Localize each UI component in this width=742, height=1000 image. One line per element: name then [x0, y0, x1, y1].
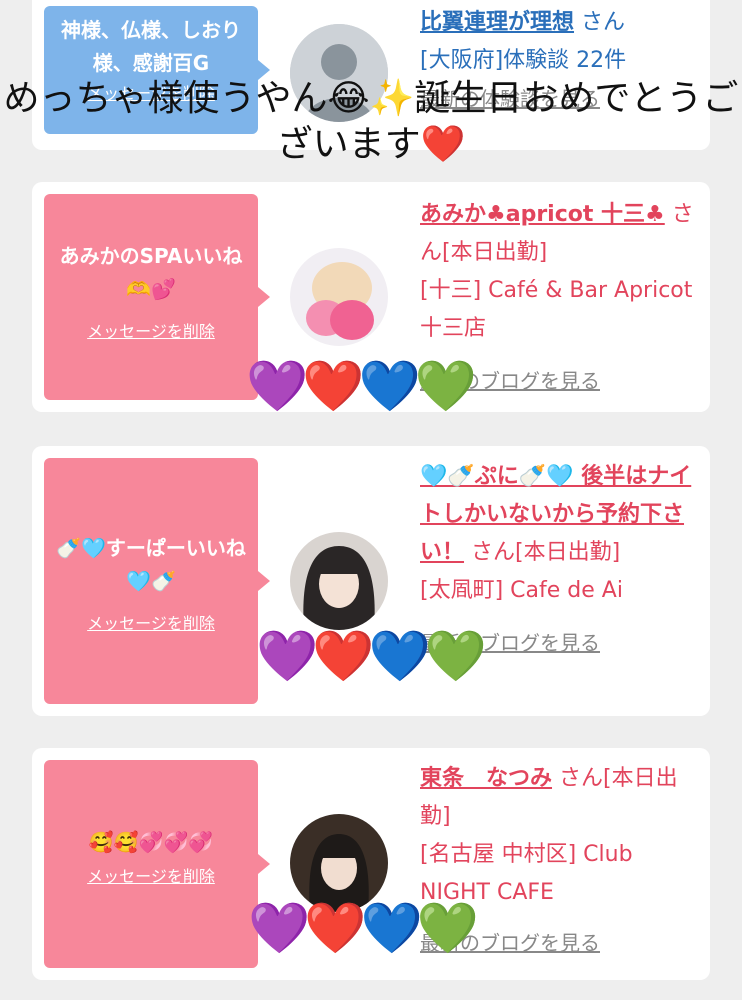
user-detail: [大阪府]体験談 22件 — [420, 48, 627, 73]
user-detail: [十三] Café & Bar Apricot 十三店 — [420, 278, 693, 341]
delete-message-link[interactable]: メッセージを削除 — [54, 610, 248, 634]
avatar[interactable] — [290, 248, 388, 346]
delete-message-link[interactable]: メッセージを削除 — [54, 863, 248, 887]
message-text: 🍼🩵すーぱーいいね🩵🍼 — [56, 536, 246, 593]
honorific: さん[本日出勤] — [471, 540, 621, 565]
message-bubble: 🥰🥰💞💞💞 メッセージを削除 — [44, 760, 270, 968]
user-name-link[interactable]: 東条 なつみ — [420, 766, 552, 791]
user-name-link[interactable]: 比翼連理が理想 — [420, 10, 574, 35]
message-text: あみかのSPAいいね🫶💕 — [59, 244, 243, 301]
delete-message-link[interactable]: メッセージを削除 — [54, 318, 248, 342]
message-text: 🥰🥰💞💞💞 — [88, 830, 214, 854]
message-text: 神様、仏様、しおり様、感謝百G — [61, 18, 241, 75]
user-name-link[interactable]: あみか♣apricot 十三♣ — [420, 202, 665, 227]
message-bubble: あみかのSPAいいね🫶💕 メッセージを削除 — [44, 194, 270, 400]
heart-stickers-1: 💜❤️💙💚 — [246, 357, 477, 415]
avatar[interactable] — [290, 532, 388, 630]
user-detail: [名古屋 中村区] Club NIGHT CAFE — [420, 842, 633, 905]
user-detail: [太凮町] Cafe de Ai — [420, 578, 623, 603]
profile-photo-icon — [290, 248, 388, 346]
honorific: さん — [581, 10, 626, 35]
profile-photo-icon — [290, 532, 388, 630]
heart-stickers-3: 💜❤️💙💚 — [248, 899, 479, 957]
message-bubble: 🍼🩵すーぱーいいね🩵🍼 メッセージを削除 — [44, 458, 270, 704]
story-caption: めっちゃ様使うやん😂✨誕生日おめでとうございます❤️ — [3, 78, 739, 165]
heart-stickers-2: 💜❤️💙💚 — [256, 627, 487, 685]
